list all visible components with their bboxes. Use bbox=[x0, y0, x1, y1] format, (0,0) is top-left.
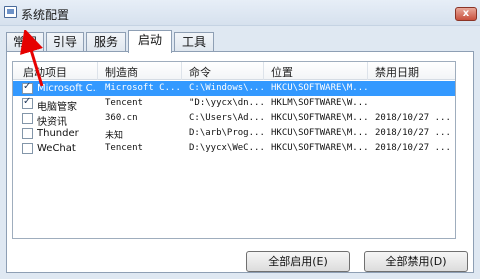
row-command: "D:\yycx\dn... bbox=[189, 98, 263, 108]
column-divider[interactable] bbox=[367, 62, 368, 80]
startup-list[interactable]: 启动项目 制造商 命令 位置 禁用日期 Microsoft C... Micro… bbox=[12, 61, 456, 239]
tab-boot[interactable]: 引导 bbox=[46, 32, 84, 52]
close-button[interactable]: x bbox=[455, 7, 477, 21]
row-item: Thunder bbox=[37, 128, 79, 139]
row-location: HKCU\SOFTWARE\M... bbox=[271, 113, 367, 123]
row-maker: 360.cn bbox=[105, 113, 138, 123]
tab-startup[interactable]: 启动 bbox=[128, 30, 172, 53]
list-row[interactable]: 电脑管家 Tencent "D:\yycx\dn... HKLM\SOFTWAR… bbox=[13, 96, 455, 113]
row-checkbox[interactable] bbox=[22, 81, 33, 94]
window-title: 系统配置 bbox=[21, 8, 70, 22]
row-command: C:\Windows\... bbox=[189, 83, 263, 93]
disable-all-button[interactable]: 全部禁用(D) bbox=[364, 251, 468, 272]
system-config-icon bbox=[4, 6, 17, 18]
column-command[interactable]: 命令 bbox=[189, 64, 211, 80]
column-location[interactable]: 位置 bbox=[271, 64, 293, 80]
list-row[interactable]: Microsoft C... Microsoft C... C:\Windows… bbox=[13, 81, 455, 96]
row-checkbox[interactable] bbox=[22, 96, 33, 109]
row-item: Microsoft C... bbox=[37, 83, 97, 94]
tab-services[interactable]: 服务 bbox=[86, 32, 126, 52]
row-command: D:\arb\Prog... bbox=[189, 128, 263, 138]
list-row[interactable]: Thunder 未知 D:\arb\Prog... HKCU\SOFTWARE\… bbox=[13, 126, 455, 141]
column-startup-item[interactable]: 启动项目 bbox=[23, 64, 67, 80]
row-command: D:\yycx\WeC... bbox=[189, 143, 263, 153]
row-location: HKCU\SOFTWARE\M... bbox=[271, 128, 367, 138]
row-maker: Tencent bbox=[105, 143, 143, 153]
row-location: HKCU\SOFTWARE\M... bbox=[271, 83, 367, 93]
row-date: 2018/10/27 ... bbox=[375, 113, 451, 123]
row-checkbox[interactable] bbox=[22, 128, 33, 139]
column-divider[interactable] bbox=[97, 62, 98, 80]
list-row[interactable]: WeChat Tencent D:\yycx\WeC... HKCU\SOFTW… bbox=[13, 141, 455, 156]
list-header: 启动项目 制造商 命令 位置 禁用日期 bbox=[13, 62, 455, 80]
row-checkbox[interactable] bbox=[22, 113, 33, 124]
row-checkbox[interactable] bbox=[22, 143, 33, 154]
row-location: HKCU\SOFTWARE\M... bbox=[271, 143, 367, 153]
row-maker: Microsoft C... bbox=[105, 83, 180, 93]
column-disabled-date[interactable]: 禁用日期 bbox=[375, 64, 419, 80]
row-item: WeChat bbox=[37, 143, 76, 154]
row-location: HKLM\SOFTWARE\W... bbox=[271, 98, 367, 108]
title-bar: 系统配置 x bbox=[0, 0, 480, 26]
tab-tools[interactable]: 工具 bbox=[174, 32, 214, 52]
enable-all-button[interactable]: 全部启用(E) bbox=[246, 251, 350, 272]
column-divider[interactable] bbox=[263, 62, 264, 80]
tab-general[interactable]: 常规 bbox=[6, 32, 44, 52]
row-date: 2018/10/27 ... bbox=[375, 128, 451, 138]
row-maker: 未知 bbox=[105, 131, 124, 141]
column-manufacturer[interactable]: 制造商 bbox=[105, 64, 138, 80]
row-maker: Tencent bbox=[105, 98, 143, 108]
row-date: 2018/10/27 ... bbox=[375, 143, 451, 153]
list-row[interactable]: 快资讯 360.cn C:\Users\Ad... HKCU\SOFTWARE\… bbox=[13, 111, 455, 128]
row-command: C:\Users\Ad... bbox=[189, 113, 263, 123]
column-divider[interactable] bbox=[181, 62, 182, 80]
